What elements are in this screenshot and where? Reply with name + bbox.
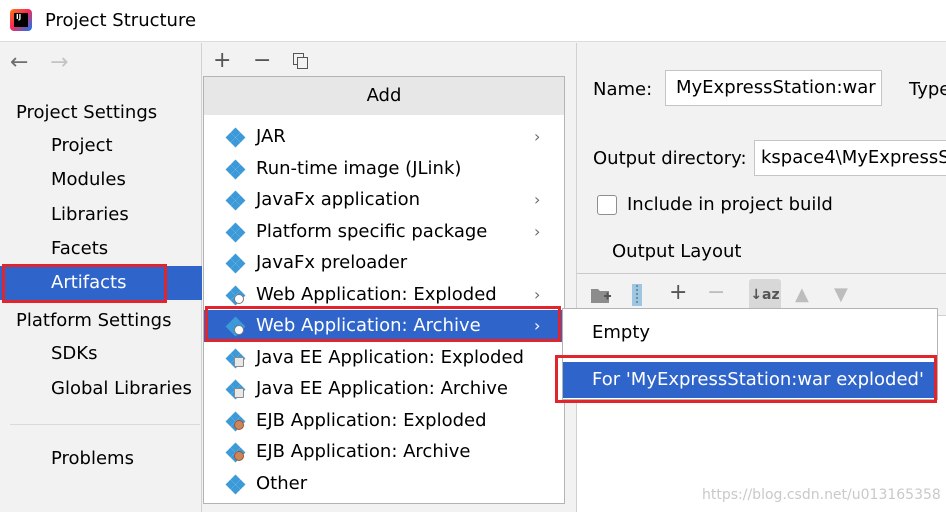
popup-item[interactable]: EJB Application: Archive (204, 436, 564, 468)
web-app-icon (225, 285, 246, 305)
new-folder-icon[interactable] (590, 285, 612, 305)
nav-item-facets[interactable]: Facets (0, 232, 202, 266)
add-artifact-button[interactable]: + (213, 49, 231, 73)
submenu-item-for-exploded[interactable]: For 'MyExpressStation:war exploded' (563, 362, 937, 398)
javaee-icon (225, 348, 246, 368)
output-directory-label: Output directory: (593, 148, 747, 169)
output-layout-tab[interactable]: Output Layout (612, 241, 741, 263)
popup-item-label: Java EE Application: Exploded (256, 346, 524, 368)
chevron-right-icon: › (534, 127, 541, 146)
add-artifact-popup: Add JAR › Run-time image (JLink) JavaFx app… (203, 76, 565, 504)
other-icon (225, 474, 246, 494)
popup-item-label: Web Application: Archive (256, 315, 481, 336)
popup-item-label: Run-time image (JLink) (256, 157, 462, 179)
remove-artifact-button[interactable]: − (253, 49, 271, 73)
popup-item[interactable]: Java EE Application: Archive (204, 373, 564, 405)
move-up-icon[interactable]: ▲ (795, 283, 809, 307)
popup-item[interactable]: JAR › (204, 121, 564, 153)
layout-divider (577, 273, 946, 274)
nav-item-sdks[interactable]: SDKs (0, 337, 202, 371)
type-label: Type (909, 79, 946, 100)
popup-item[interactable]: JavaFx preloader (204, 247, 564, 279)
include-in-build-checkbox[interactable] (597, 195, 617, 215)
popup-item-label: Web Application: Exploded (256, 283, 497, 305)
add-element-button[interactable]: + (669, 281, 687, 305)
popup-item-label: JavaFx preloader (256, 252, 408, 273)
nav-item-project[interactable]: Project (0, 129, 202, 163)
popup-item[interactable]: JavaFx application › (204, 184, 564, 216)
javaee-icon (225, 379, 246, 400)
chevron-right-icon: › (534, 190, 541, 209)
chevron-right-icon: › (534, 284, 541, 304)
popup-item-label: Platform specific package (256, 220, 488, 242)
popup-item-label: EJB Application: Archive (256, 441, 471, 462)
ejb-icon (225, 442, 246, 463)
watermark-text: https://blog.csdn.net/u013165358 (702, 487, 941, 503)
copy-artifact-icon[interactable] (293, 53, 309, 69)
nav-item-artifacts[interactable]: Artifacts (0, 266, 202, 300)
popup-item[interactable]: EJB Application: Exploded (204, 405, 564, 437)
remove-element-button[interactable]: − (707, 281, 725, 305)
output-directory-input[interactable]: kspace4\MyExpressSta (754, 140, 946, 176)
popup-item-label: EJB Application: Exploded (256, 409, 487, 431)
ejb-icon (225, 411, 246, 431)
nav-item-libraries[interactable]: Libraries (0, 198, 202, 232)
title-bar: IJ Project Structure (0, 0, 946, 42)
sort-alphabetically-button[interactable]: ↓az (749, 279, 781, 311)
artifact-name-input[interactable]: MyExpressStation:war (665, 70, 882, 106)
popup-item[interactable]: Other (204, 468, 564, 500)
move-down-icon[interactable]: ▼ (834, 283, 848, 307)
chevron-right-icon: › (534, 316, 541, 335)
artifact-details-panel: Name: MyExpressStation:war Type Output d… (576, 43, 946, 512)
back-arrow-icon[interactable]: ← (10, 51, 28, 75)
name-label: Name: (593, 79, 653, 100)
nav-divider (10, 424, 200, 425)
web-archive-submenu: Empty For 'MyExpressStation:war exploded… (562, 308, 938, 400)
window-title: Project Structure (45, 10, 197, 31)
javafx-icon (225, 190, 246, 211)
project-settings-header: Project Settings (16, 102, 158, 123)
submenu-item-empty[interactable]: Empty (563, 315, 937, 351)
forward-arrow-icon[interactable]: → (50, 51, 68, 75)
runtime-image-icon (225, 159, 246, 179)
nav-item-global-libraries[interactable]: Global Libraries (0, 372, 202, 406)
intellij-logo-icon: IJ (10, 9, 32, 31)
package-icon (225, 222, 246, 242)
jar-icon (225, 127, 246, 148)
popup-item-label: JAR (256, 126, 286, 147)
chevron-right-icon: › (534, 221, 541, 241)
javafx-icon (225, 253, 246, 274)
popup-item[interactable]: Java EE Application: Exploded (204, 342, 564, 374)
settings-navigation: ← → Project Settings Project Modules Lib… (0, 43, 202, 512)
platform-settings-header: Platform Settings (16, 310, 172, 331)
popup-item-label: Other (256, 472, 308, 494)
nav-item-problems[interactable]: Problems (0, 442, 202, 476)
include-in-build-label: Include in project build (627, 194, 833, 215)
popup-item-label: Java EE Application: Archive (256, 378, 508, 399)
popup-item[interactable]: Platform specific package › (204, 216, 564, 248)
web-app-icon (225, 316, 246, 337)
nav-item-modules[interactable]: Modules (0, 163, 202, 197)
popup-item-label: JavaFx application (256, 189, 421, 210)
archive-icon[interactable] (629, 283, 645, 307)
popup-title: Add (204, 77, 564, 115)
popup-item[interactable]: Web Application: Exploded › (204, 279, 564, 311)
popup-item[interactable]: Run-time image (JLink) (204, 153, 564, 185)
popup-item[interactable]: Web Application: Archive › (204, 310, 564, 342)
